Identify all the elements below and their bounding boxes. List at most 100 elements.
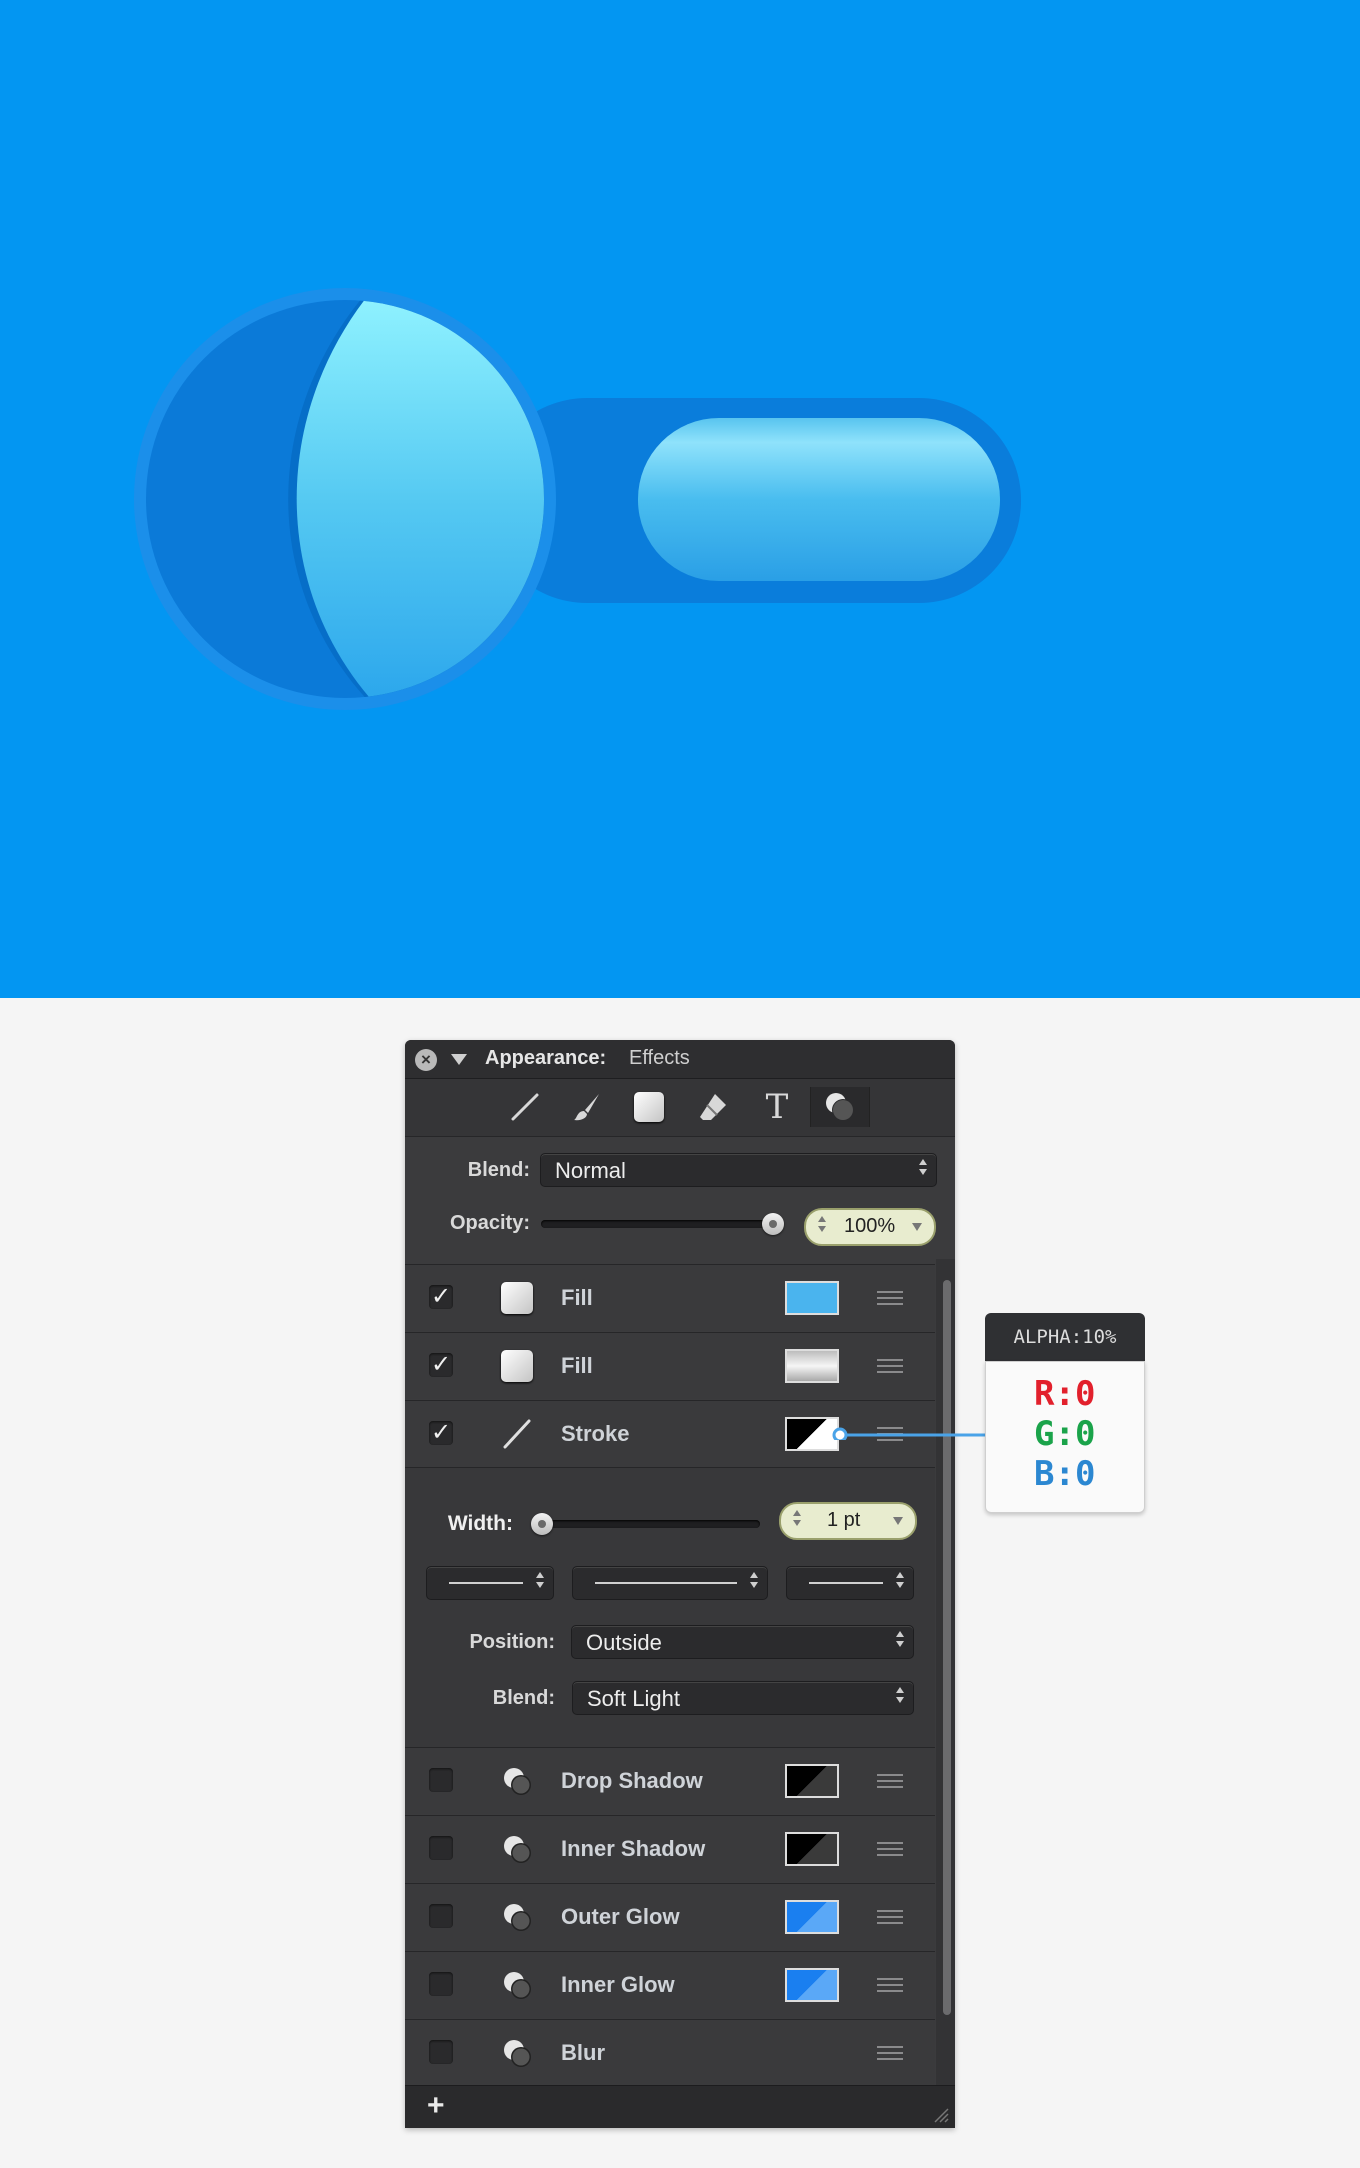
drag-handle-icon[interactable] xyxy=(877,1910,903,1928)
effect-icon xyxy=(504,1768,531,1795)
effect-color-swatch[interactable] xyxy=(785,1968,839,2002)
effect-icon xyxy=(504,1972,531,1999)
dash-style-select[interactable] xyxy=(572,1566,768,1600)
line-style-icon xyxy=(809,1582,883,1584)
line-style-icon xyxy=(595,1582,737,1584)
dropdown-arrow-icon[interactable] xyxy=(912,1223,922,1231)
effect-color-swatch[interactable] xyxy=(785,1764,839,1798)
line-cap-select[interactable] xyxy=(426,1566,554,1600)
effect-row-inner-glow[interactable]: Inner Glow xyxy=(405,1951,935,2018)
layer-checkbox[interactable]: ✓ xyxy=(429,1353,453,1377)
drag-handle-icon[interactable] xyxy=(877,2046,903,2064)
position-select-value: Outside xyxy=(586,1630,662,1655)
close-icon[interactable]: × xyxy=(415,1049,437,1071)
panel-toolbar: T xyxy=(405,1079,955,1137)
panel-titlebar: × Appearance: Effects xyxy=(405,1040,955,1079)
brush-tool-icon[interactable] xyxy=(565,1087,609,1127)
green-value: G:0 xyxy=(1034,1414,1096,1454)
panel-title-value: Effects xyxy=(629,1047,690,1069)
effect-row-outer-glow[interactable]: Outer Glow xyxy=(405,1883,935,1950)
drag-handle-icon[interactable] xyxy=(877,1842,903,1860)
opacity-label: Opacity: xyxy=(449,1212,530,1234)
effect-icon xyxy=(504,2040,531,2067)
effect-color-swatch[interactable] xyxy=(785,1832,839,1866)
select-arrows-icon xyxy=(536,1572,544,1588)
eraser-tool-icon[interactable] xyxy=(691,1087,735,1127)
effect-icon xyxy=(504,1836,531,1863)
stroke-icon xyxy=(503,1419,531,1449)
effect-checkbox[interactable] xyxy=(429,2040,453,2064)
color-swatch[interactable] xyxy=(785,1281,839,1315)
dropdown-arrow-icon[interactable] xyxy=(893,1517,903,1525)
drag-handle-icon[interactable] xyxy=(877,1359,903,1377)
scrollbar-thumb[interactable] xyxy=(943,1280,951,2015)
opacity-stepper[interactable]: 100% xyxy=(804,1208,936,1246)
effect-label: Blur xyxy=(561,2040,605,2065)
blend-label: Blend: xyxy=(467,1159,530,1181)
effect-checkbox[interactable] xyxy=(429,1768,453,1792)
width-value: 1 pt xyxy=(827,1509,861,1531)
effect-row-drop-shadow[interactable]: Drop Shadow xyxy=(405,1747,935,1814)
rgb-values-card: R:0 G:0 B:0 xyxy=(985,1361,1145,1513)
stepper-arrows-icon[interactable] xyxy=(793,1510,801,1526)
select-arrows-icon xyxy=(896,1572,904,1588)
appearance-panel: × Appearance: Effects T Blend: Normal Op… xyxy=(405,1040,955,2128)
opacity-slider-track[interactable] xyxy=(541,1220,781,1228)
effects-tool-icon[interactable] xyxy=(810,1087,870,1127)
disclosure-triangle-icon[interactable] xyxy=(451,1054,467,1065)
fill-icon xyxy=(501,1350,533,1382)
opacity-slider-knob[interactable] xyxy=(762,1213,784,1235)
stroke-blend-label: Blend: xyxy=(492,1687,555,1709)
layer-label: Stroke xyxy=(561,1421,630,1446)
fill-icon xyxy=(501,1282,533,1314)
effect-color-swatch[interactable] xyxy=(785,1900,839,1934)
select-arrows-icon xyxy=(750,1572,758,1588)
width-stepper[interactable]: 1 pt xyxy=(779,1502,917,1540)
drag-handle-icon[interactable] xyxy=(877,1978,903,1996)
select-arrows-icon xyxy=(919,1159,927,1175)
layer-checkbox[interactable]: ✓ xyxy=(429,1421,453,1445)
stroke-tool-icon[interactable] xyxy=(503,1087,547,1127)
stroke-blend-select[interactable]: Soft Light xyxy=(572,1681,914,1715)
effect-checkbox[interactable] xyxy=(429,1904,453,1928)
effect-label: Drop Shadow xyxy=(561,1768,703,1793)
pill-handle-shape xyxy=(638,418,1000,581)
effect-label: Inner Shadow xyxy=(561,1836,706,1861)
effect-row-blur[interactable]: Blur xyxy=(405,2019,935,2086)
effect-row-inner-shadow[interactable]: Inner Shadow xyxy=(405,1815,935,1882)
layer-label: Fill xyxy=(561,1285,593,1310)
alpha-label: ALPHA:10% xyxy=(985,1313,1145,1361)
width-label: Width: xyxy=(447,1512,513,1535)
gradient-swatch[interactable] xyxy=(785,1349,839,1383)
crescent-shape xyxy=(296,300,544,698)
red-value: R:0 xyxy=(1034,1374,1096,1414)
width-slider-knob[interactable] xyxy=(531,1513,553,1535)
drag-handle-icon[interactable] xyxy=(877,1291,903,1309)
layer-row-fill-2[interactable]: ✓ Fill xyxy=(405,1332,935,1399)
stepper-arrows-icon[interactable] xyxy=(818,1216,826,1232)
panel-title-label: Appearance: xyxy=(485,1047,607,1069)
toggle-switch-illustration xyxy=(134,288,1021,710)
text-tool-icon[interactable]: T xyxy=(755,1087,799,1127)
add-effect-button[interactable]: + xyxy=(427,2089,445,2123)
blue-value: B:0 xyxy=(1034,1454,1096,1494)
layer-row-fill-1[interactable]: ✓ Fill xyxy=(405,1264,935,1331)
blend-select-value: Normal xyxy=(555,1158,626,1183)
effect-label: Inner Glow xyxy=(561,1972,675,1997)
drag-handle-icon[interactable] xyxy=(877,1774,903,1792)
resize-grip-icon[interactable] xyxy=(931,2105,949,2123)
panel-footer: + xyxy=(405,2085,955,2128)
width-slider-track[interactable] xyxy=(538,1520,760,1528)
effect-checkbox[interactable] xyxy=(429,1972,453,1996)
effect-checkbox[interactable] xyxy=(429,1836,453,1860)
opacity-value: 100% xyxy=(844,1215,896,1237)
color-value-tooltip: ALPHA:10% R:0 G:0 B:0 xyxy=(985,1313,1145,1513)
color-connector-line xyxy=(832,1427,988,1440)
layer-checkbox[interactable]: ✓ xyxy=(429,1285,453,1309)
effect-icon xyxy=(504,1904,531,1931)
blend-select[interactable]: Normal xyxy=(540,1153,937,1187)
stroke-blend-select-value: Soft Light xyxy=(587,1686,680,1711)
fill-tool-icon[interactable] xyxy=(627,1087,671,1127)
line-join-select[interactable] xyxy=(786,1566,914,1600)
position-select[interactable]: Outside xyxy=(571,1625,914,1659)
